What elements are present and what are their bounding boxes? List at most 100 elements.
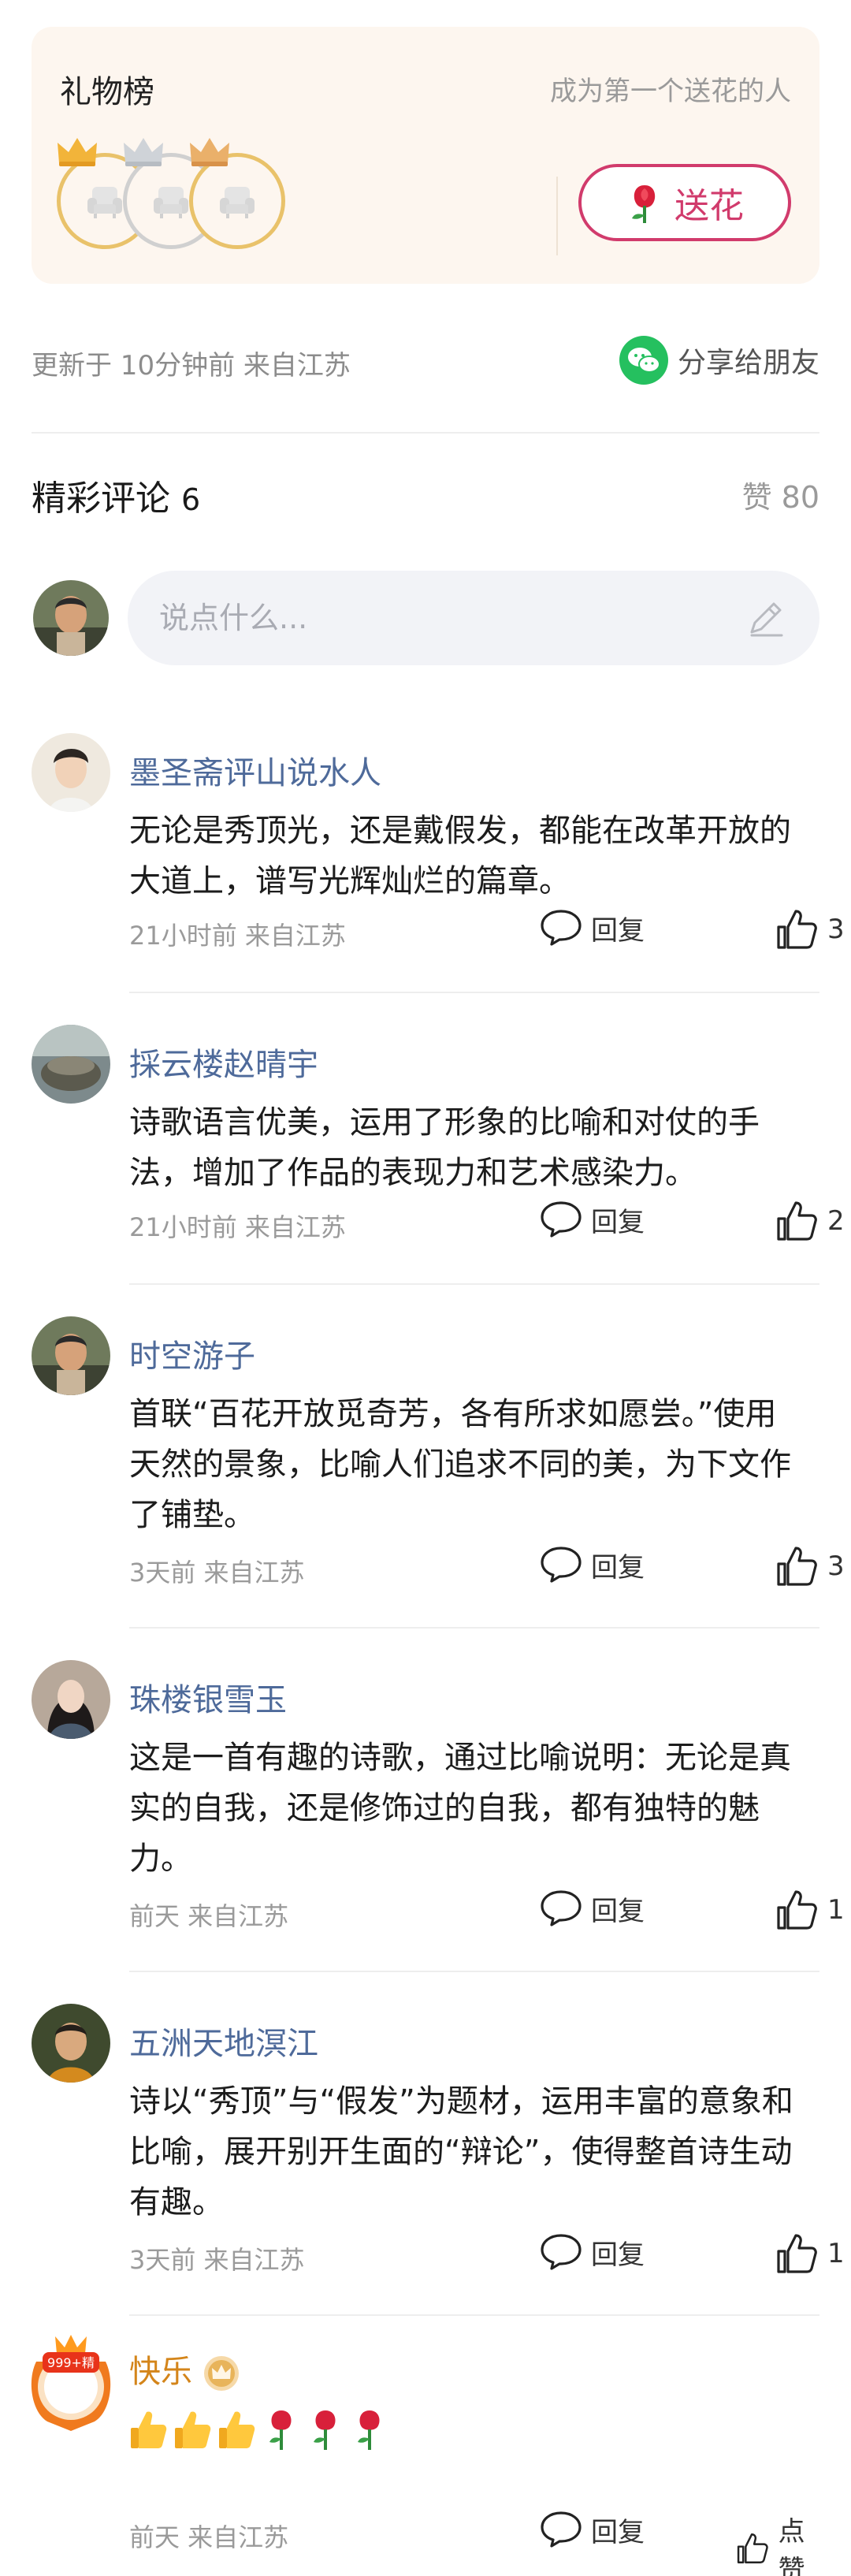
rose-emoji-icon xyxy=(358,2410,380,2450)
rose-emoji-icon xyxy=(314,2410,336,2450)
comment-input[interactable] xyxy=(159,594,711,642)
comment-time-location: 21小时前 来自江苏 xyxy=(129,1212,346,1242)
wechat-icon xyxy=(619,336,668,385)
like-count: 1 xyxy=(827,2238,845,2269)
reply-label: 回复 xyxy=(591,2516,645,2548)
commenter-name[interactable]: 珠楼银雪玉 xyxy=(129,1674,287,1720)
reply-button[interactable]: 回复 xyxy=(539,908,645,947)
commenter-avatar[interactable] xyxy=(32,1660,110,1739)
rose-icon xyxy=(632,185,656,223)
send-flower-label: 送花 xyxy=(674,186,744,226)
commenter-avatar[interactable] xyxy=(32,2004,110,2083)
like-count: 2 xyxy=(827,1205,845,1237)
comment-divider xyxy=(129,2314,819,2316)
comment-item: 墨圣斋评山说水人 无论是秀顶光，还是戴假发，都能在改革开放的大道上，谱写光辉灿烂… xyxy=(32,733,845,993)
like-label: 点赞 xyxy=(778,2516,805,2576)
my-avatar[interactable] xyxy=(33,580,109,656)
thumbs-up-icon xyxy=(737,2533,768,2563)
gift-ranking-card: 礼物榜 成为第一个送花的人 送花 xyxy=(32,27,819,284)
reply-label: 回复 xyxy=(591,1895,645,1927)
comment-item: 五洲天地溟江 诗以“秀顶”与“假发”为题材，运用丰富的意象和比喻，展开别开生面的… xyxy=(32,2004,845,2314)
comment-item: 时空游子 首联“百花开放觅奇芳，各有所求如愿尝。”使用天然的景象，比喻人们追求不… xyxy=(32,1316,845,1627)
seat-icon xyxy=(220,187,255,218)
reply-button[interactable]: 回复 xyxy=(539,1200,645,1239)
section-divider xyxy=(32,432,819,434)
comment-footer: 前天 来自江苏 回复 1 xyxy=(129,1889,845,1936)
reply-label: 回复 xyxy=(591,914,645,947)
crown-silver-icon xyxy=(124,138,163,166)
comment-bubble-icon xyxy=(541,910,582,946)
like-button[interactable]: 2 xyxy=(775,1200,845,1242)
commenter-avatar[interactable] xyxy=(32,733,110,812)
commenter-avatar[interactable] xyxy=(32,1316,110,1395)
crown-gold-icon xyxy=(58,138,97,166)
vip-avatar-frame[interactable]: 999+精 xyxy=(24,2330,118,2433)
comments-title: 精彩评论 6 xyxy=(32,470,200,520)
commenter-name[interactable]: 时空游子 xyxy=(129,1331,255,1376)
comment-input-box[interactable] xyxy=(128,571,819,665)
updated-time-location: 更新于 10分钟前 来自江苏 xyxy=(32,350,351,382)
like-button[interactable]: 3 xyxy=(775,908,845,951)
total-likes: 赞 80 xyxy=(741,480,819,515)
seat-icon xyxy=(87,187,122,218)
gift-ranking-hint: 成为第一个送花的人 xyxy=(550,76,791,107)
thumbs-up-emoji-icon xyxy=(175,2411,211,2448)
gift-divider xyxy=(556,177,558,255)
rose-emoji-icon xyxy=(269,2410,292,2450)
comment-text: 这是一首有趣的诗歌，通过比喻说明：无论是真实的自我，还是修饰过的自我，都有独特的… xyxy=(129,1740,791,1877)
thumbs-up-icon xyxy=(777,1547,817,1586)
thumbs-up-icon xyxy=(777,910,817,949)
emoji-content xyxy=(129,2407,389,2451)
article-meta-row: 更新于 10分钟前 来自江苏 分享给朋友 xyxy=(32,331,819,386)
comment-time-location: 3天前 来自江苏 xyxy=(129,2245,305,2275)
like-button[interactable]: 1 xyxy=(775,2232,845,2275)
reply-button[interactable]: 回复 xyxy=(539,1889,645,1928)
pencil-icon[interactable] xyxy=(744,596,788,640)
comment-bubble-icon xyxy=(541,2511,582,2548)
comment-bubble-icon xyxy=(541,1890,582,1926)
comment-time-location: 前天 来自江苏 xyxy=(129,2522,289,2552)
thumbs-up-icon xyxy=(777,2234,817,2273)
commenter-name[interactable]: 五洲天地溟江 xyxy=(129,2018,318,2064)
comment-item: 採云楼赵晴宇 诗歌语言优美，运用了形象的比喻和对仗的手法，增加了作品的表现力和艺… xyxy=(32,1025,845,1285)
share-label: 分享给朋友 xyxy=(677,347,819,379)
vip-badge-text: 999+精 xyxy=(47,2355,95,2370)
commenter-name[interactable]: 採云楼赵晴宇 xyxy=(129,1039,318,1085)
commenter-name[interactable]: 墨圣斋评山说水人 xyxy=(129,747,381,793)
comment-footer: 前天 来自江苏 回复 点赞 xyxy=(129,2510,819,2576)
like-button[interactable]: 3 xyxy=(775,1545,845,1588)
commenter-avatar[interactable] xyxy=(32,1025,110,1104)
like-count: 3 xyxy=(827,914,845,945)
like-button[interactable]: 点赞 xyxy=(736,2510,819,2576)
share-to-friends-button[interactable]: 分享给朋友 xyxy=(619,336,819,385)
comment-text: 诗歌语言优美，运用了形象的比喻和对仗的手法，增加了作品的表现力和艺术感染力。 xyxy=(129,1104,760,1191)
comments-title-label: 精彩评论 xyxy=(32,478,170,519)
reply-button[interactable]: 回复 xyxy=(539,1545,645,1584)
thumbs-up-emoji-icon xyxy=(131,2411,167,2448)
reply-button[interactable]: 回复 xyxy=(539,2510,645,2549)
comments-header: 精彩评论 6 赞 80 xyxy=(32,465,819,520)
comment-divider xyxy=(129,1283,819,1285)
like-button[interactable]: 1 xyxy=(775,1889,845,1931)
comment-bubble-icon xyxy=(541,1201,582,1238)
reply-label: 回复 xyxy=(591,1206,645,1238)
crown-badge-icon xyxy=(204,2356,239,2391)
reply-button[interactable]: 回复 xyxy=(539,2232,645,2272)
comment-footer: 21小时前 来自江苏 回复 3 xyxy=(129,908,845,955)
comment-time-location: 前天 来自江苏 xyxy=(129,1901,289,1931)
comment-divider xyxy=(129,1627,819,1629)
comment-text: 诗以“秀顶”与“假发”为题材，运用丰富的意象和比喻，展开别开生面的“辩论”，使得… xyxy=(129,2083,793,2220)
comment-item: 珠楼银雪玉 这是一首有趣的诗歌，通过比喻说明：无论是真实的自我，还是修饰过的自我… xyxy=(32,1660,845,1971)
crown-bronze-icon xyxy=(190,138,229,166)
commenter-name[interactable]: 快乐 xyxy=(129,2346,241,2393)
reply-label: 回复 xyxy=(591,1551,645,1584)
thumbs-up-icon xyxy=(777,1890,817,1930)
rank-seat-bronze[interactable] xyxy=(189,138,285,249)
send-flower-button[interactable]: 送花 xyxy=(578,164,791,241)
like-count: 3 xyxy=(827,1550,845,1582)
comment-divider xyxy=(129,992,819,993)
comment-bubble-icon xyxy=(541,2234,582,2270)
comment-time-location: 21小时前 来自江苏 xyxy=(129,921,346,951)
thumbs-up-icon xyxy=(777,1201,817,1241)
comment-item: 999+精 快乐 前天 来自江苏 回复 点赞 xyxy=(31,2335,819,2576)
